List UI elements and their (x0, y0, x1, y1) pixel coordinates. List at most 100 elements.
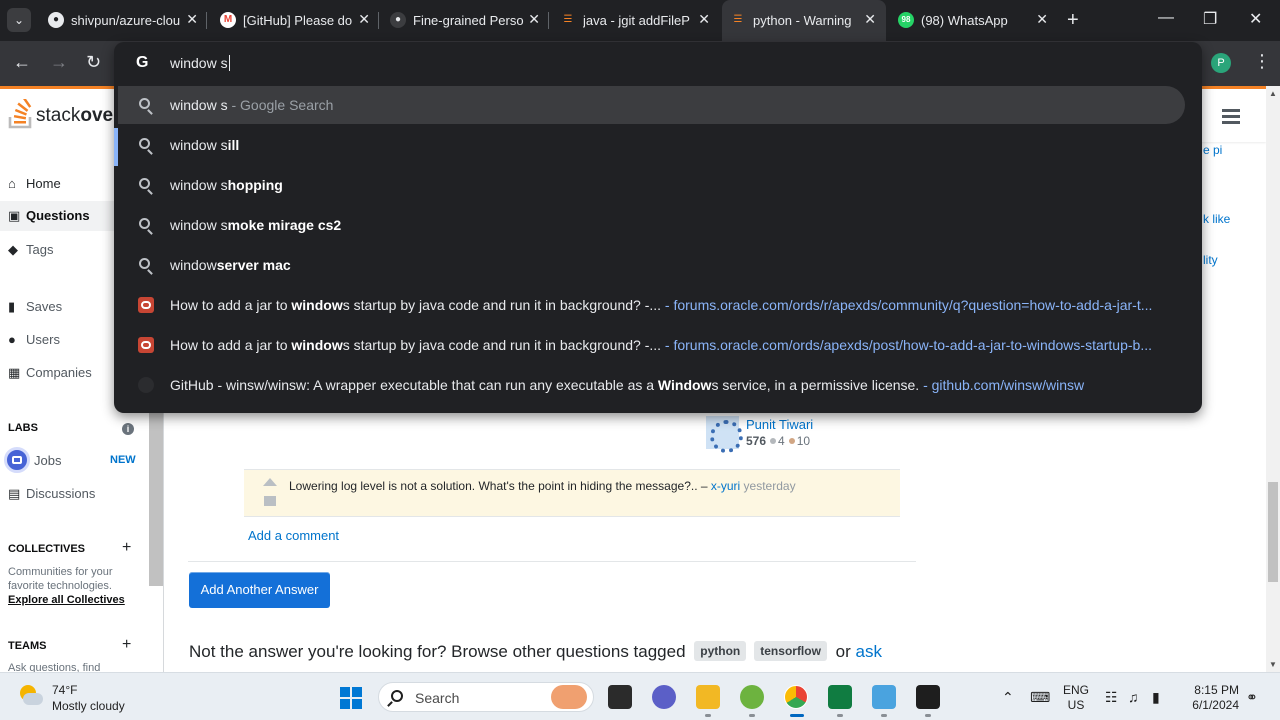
back-icon[interactable]: ← (13, 52, 31, 73)
sidebar-item-users[interactable]: ● Users (8, 332, 60, 347)
tray-overflow-icon[interactable]: ⌃ (1002, 689, 1014, 706)
wifi-icon[interactable]: ☷ (1105, 689, 1118, 706)
close-tab-icon[interactable]: ✕ (698, 11, 710, 28)
info-icon[interactable]: i (122, 423, 134, 435)
ask-link[interactable]: ask (856, 642, 882, 661)
omnibox-suggestion[interactable]: GitHub - winsw/winsw: A wrapper executab… (118, 366, 1185, 404)
chrome-icon[interactable] (784, 685, 808, 709)
hamburger-menu-icon[interactable] (1222, 109, 1240, 125)
suggestion-url: - forums.oracle.com/ords/apexds/post/how… (661, 337, 1152, 353)
teams-heading: TEAMS (8, 640, 47, 652)
close-tab-icon[interactable]: ✕ (1036, 11, 1048, 28)
tab-whatsapp[interactable]: 98 (98) WhatsApp ✕ (898, 8, 1048, 33)
add-comment-link[interactable]: Add a comment (248, 528, 339, 543)
logo-text[interactable]: stackover (36, 105, 121, 127)
author-name[interactable]: Punit Tiwari (746, 417, 813, 432)
weather-cloudy-icon[interactable] (20, 685, 44, 707)
stackoverflow-logo-icon[interactable] (8, 99, 34, 129)
tab-github-azure[interactable]: ● shivpun/azure-clou ✕ (48, 8, 198, 33)
taskbar-search[interactable]: Search (378, 682, 594, 712)
suggestion-url: - github.com/winsw/winsw (919, 377, 1085, 393)
close-tab-icon[interactable]: ✕ (358, 11, 370, 28)
labs-heading: LABS (8, 422, 38, 434)
omnibox-suggestion[interactable]: windowserver mac (118, 246, 1185, 284)
notepad-icon[interactable] (872, 685, 896, 709)
comment-user[interactable]: x-yuri (711, 479, 740, 493)
related-link[interactable]: lity (1203, 253, 1218, 267)
tab-github-finegrained[interactable]: ● Fine-grained Perso ✕ (390, 8, 540, 33)
volume-icon[interactable]: ♫ (1128, 689, 1139, 705)
stackoverflow-icon: ☰ (733, 14, 743, 25)
users-icon: ● (8, 332, 16, 347)
omnibox-suggestion[interactable]: window s - Google Search (118, 86, 1185, 124)
reload-icon[interactable]: ↻ (86, 52, 101, 73)
add-team-icon[interactable]: + (122, 636, 131, 654)
not-the-answer-text: Not the answer you're looking for? Brows… (189, 641, 882, 661)
restore-icon[interactable]: ❐ (1203, 9, 1217, 29)
weather-condition[interactable]: Mostly cloudy (52, 699, 125, 713)
profile-avatar[interactable]: P (1211, 53, 1231, 73)
sidebar-item-tags[interactable]: ◆ Tags (8, 242, 53, 258)
add-collective-icon[interactable]: + (122, 539, 131, 557)
omnibox-suggestion[interactable]: window smoke mirage cs2 (118, 206, 1185, 244)
minimize-icon[interactable]: — (1158, 9, 1174, 27)
file-explorer-icon[interactable] (696, 685, 720, 709)
terminal-icon[interactable] (916, 685, 940, 709)
avatar[interactable] (706, 416, 743, 453)
language-region[interactable]: US (1062, 698, 1090, 712)
tag-tensorflow[interactable]: tensorflow (754, 641, 827, 661)
clock-date[interactable]: 6/1/2024 (1183, 698, 1239, 712)
weather-temperature[interactable]: 74°F (52, 683, 77, 697)
tab-search-icon[interactable]: ⌄ (7, 8, 31, 32)
related-link[interactable]: e pi (1203, 143, 1222, 157)
window-close-icon[interactable]: ✕ (1249, 9, 1262, 29)
page-scrollbar[interactable]: ▲ ▼ (1266, 86, 1280, 672)
sidebar-item-discussions[interactable]: ▤ Discussions (8, 486, 95, 502)
notification-icon[interactable]: ⚭ (1246, 689, 1258, 706)
new-tab-icon[interactable]: + (1067, 9, 1079, 32)
sidebar-item-saves[interactable]: ▮ Saves (8, 299, 62, 315)
github-icon (138, 377, 154, 393)
task-view-icon[interactable] (608, 685, 632, 709)
suggestion-text: How to add a jar to windows startup by j… (170, 297, 1153, 313)
sidebar-item-home[interactable]: ⌂ Home (8, 176, 61, 191)
building-icon: ▦ (8, 365, 21, 380)
omnibox-suggestion[interactable]: window sill (118, 126, 1185, 164)
tab-title: java - jgit addFileP (583, 13, 690, 28)
tab-strip: ⌄ ● shivpun/azure-clou ✕ M [GitHub] Plea… (0, 0, 1280, 41)
close-tab-icon[interactable]: ✕ (864, 11, 876, 28)
upvote-icon[interactable] (263, 478, 277, 486)
spring-tool-icon[interactable] (740, 685, 764, 709)
collectives-desc-1: Communities for your (8, 566, 113, 578)
tab-java-jgit[interactable]: ☰ java - jgit addFileP ✕ (560, 8, 710, 33)
close-tab-icon[interactable]: ✕ (186, 11, 198, 28)
tab-title: Fine-grained Perso (413, 13, 524, 28)
battery-icon[interactable]: ▮ (1152, 689, 1160, 706)
clock-time[interactable]: 8:15 PM (1183, 683, 1239, 697)
excel-icon[interactable] (828, 685, 852, 709)
sidebar-item-jobs[interactable]: Jobs (34, 453, 61, 468)
close-tab-icon[interactable]: ✕ (528, 11, 540, 28)
omnibox-suggestion[interactable]: window shopping (118, 166, 1185, 204)
suggestion-text: window shopping (170, 177, 283, 193)
omnibox-suggestion[interactable]: How to add a jar to windows startup by j… (118, 326, 1185, 364)
jobs-icon (4, 447, 30, 473)
explore-collectives-link[interactable]: Explore all Collectives (8, 593, 125, 607)
keyboard-icon[interactable]: ⌨ (1030, 689, 1050, 706)
address-bar[interactable]: G window s (114, 42, 1202, 84)
windows-start-icon[interactable] (340, 687, 362, 709)
forward-icon[interactable]: → (50, 52, 68, 73)
menu-kebab-icon[interactable]: ⋮ (1253, 51, 1271, 72)
flag-icon[interactable] (264, 496, 276, 506)
language-indicator[interactable]: ENG (1062, 683, 1090, 697)
tab-gmail[interactable]: M [GitHub] Please do ✕ (220, 8, 370, 33)
tag-python[interactable]: python (694, 641, 747, 661)
add-another-answer-button[interactable]: Add Another Answer (189, 572, 330, 608)
omnibox-suggestion[interactable]: How to add a jar to windows startup by j… (118, 286, 1185, 324)
search-icon (391, 690, 403, 702)
sidebar-item-companies[interactable]: ▦ Companies (8, 365, 92, 381)
address-input[interactable]: window s (170, 55, 230, 71)
tab-python-warning[interactable]: ☰ python - Warning ✕ (722, 0, 886, 41)
related-link[interactable]: k like (1203, 212, 1230, 226)
teams-chat-icon[interactable] (652, 685, 676, 709)
